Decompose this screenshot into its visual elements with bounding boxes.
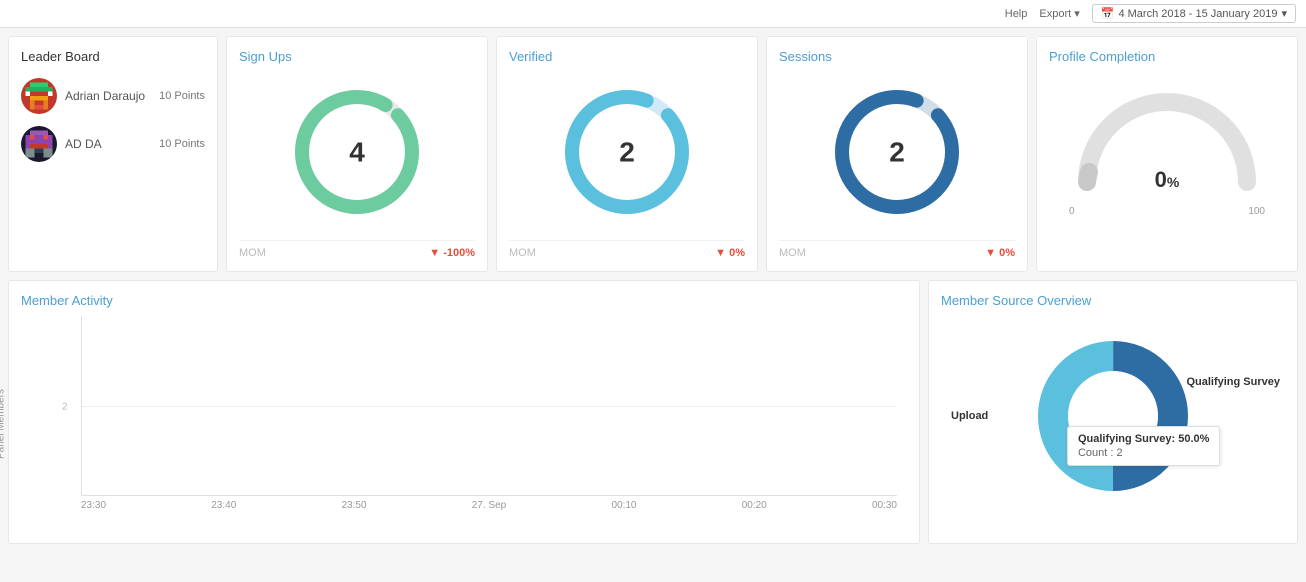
svg-text:0%: 0% [1155, 167, 1180, 192]
x-label: 00:10 [611, 500, 636, 511]
leader-points: 10 Points [159, 90, 205, 102]
sessions-mom: MOM ▼ 0% [779, 240, 1015, 259]
svg-text:4: 4 [349, 136, 365, 167]
source-tooltip: Qualifying Survey: 50.0% Count : 2 [1067, 426, 1220, 466]
member-source-card: Member Source Overview Upload Qualifying… [928, 280, 1298, 544]
sessions-card: Sessions 2 MOM ▼ 0% [766, 36, 1028, 272]
down-arrow-icon: ▼ [429, 247, 440, 259]
source-label-qualifying: Qualifying Survey [1186, 376, 1280, 388]
member-activity-card: Member Activity Panel Members 2 23:30 23… [8, 280, 920, 544]
mom-label: MOM [239, 247, 266, 259]
list-item: Adrian Daraujo 10 Points [21, 72, 205, 120]
tooltip-count: Count : 2 [1078, 447, 1209, 459]
source-label-upload: Upload [951, 410, 988, 422]
down-arrow-icon: ▼ [985, 247, 996, 259]
mom-label: MOM [509, 247, 536, 259]
profile-completion-title: Profile Completion [1049, 49, 1285, 64]
svg-text:2: 2 [889, 136, 905, 167]
signups-donut: 4 [239, 72, 475, 232]
x-label: 23:50 [342, 500, 367, 511]
leaderboard-title: Leader Board [21, 49, 205, 64]
sessions-donut: 2 [779, 72, 1015, 232]
gauge-labels: 0 100 [1049, 206, 1285, 217]
list-item: AD DA 10 Points [21, 120, 205, 168]
x-label: 23:40 [211, 500, 236, 511]
mom-label: MOM [779, 247, 806, 259]
date-range-label: 4 March 2018 - 15 January 2019 [1118, 8, 1277, 20]
leader-points: 10 Points [159, 138, 205, 150]
x-label: 00:20 [742, 500, 767, 511]
signups-title: Sign Ups [239, 49, 475, 64]
date-range-picker[interactable]: 📅 4 March 2018 - 15 January 2019 ▾ [1092, 4, 1296, 23]
signups-card: Sign Ups 4 MOM ▼ -100% [226, 36, 488, 272]
profile-completion-card: Profile Completion 0% 0 100 [1036, 36, 1298, 272]
source-donut-svg [1023, 326, 1203, 506]
export-link[interactable]: Export ▾ [1039, 7, 1079, 20]
x-label: 27. Sep [472, 500, 506, 511]
mom-value: ▼ 0% [715, 247, 745, 259]
avatar [21, 126, 57, 162]
activity-chart-area: 2 [81, 316, 897, 496]
leader-name: Adrian Daraujo [65, 89, 151, 103]
grid-value: 2 [62, 401, 68, 412]
member-source-title: Member Source Overview [941, 293, 1285, 308]
leaderboard-card: Leader Board Adrian Daraujo [8, 36, 218, 272]
mom-value: ▼ -100% [429, 247, 475, 259]
x-label: 00:30 [872, 500, 897, 511]
calendar-icon: 📅 [1101, 7, 1115, 20]
down-arrow-icon: ▼ [715, 247, 726, 259]
verified-card: Verified 2 MOM ▼ 0% [496, 36, 758, 272]
chevron-down-icon: ▾ [1281, 7, 1287, 20]
mom-value: ▼ 0% [985, 247, 1015, 259]
grid-line: 2 [82, 406, 897, 407]
y-axis-label: Panel Members [0, 388, 7, 458]
bottom-row: Member Activity Panel Members 2 23:30 23… [8, 280, 1298, 544]
help-link[interactable]: Help [1005, 8, 1028, 20]
gauge-max-label: 100 [1248, 206, 1265, 217]
svg-text:2: 2 [619, 136, 635, 167]
main-content: Leader Board Adrian Daraujo [0, 28, 1306, 552]
gauge-min-label: 0 [1069, 206, 1075, 217]
leader-name: AD DA [65, 137, 151, 151]
member-activity-title: Member Activity [21, 293, 907, 308]
verified-donut: 2 [509, 72, 745, 232]
sessions-title: Sessions [779, 49, 1015, 64]
avatar [21, 78, 57, 114]
signups-mom: MOM ▼ -100% [239, 240, 475, 259]
top-bar: Help Export ▾ 📅 4 March 2018 - 15 Januar… [0, 0, 1306, 28]
gauge-chart: 0% [1049, 72, 1285, 202]
tooltip-title: Qualifying Survey: 50.0% [1078, 433, 1209, 445]
verified-title: Verified [509, 49, 745, 64]
verified-mom: MOM ▼ 0% [509, 240, 745, 259]
x-axis-labels: 23:30 23:40 23:50 27. Sep 00:10 00:20 00… [81, 496, 897, 511]
top-row: Leader Board Adrian Daraujo [8, 36, 1298, 272]
activity-chart-wrapper: Panel Members 2 23:30 23:40 23:50 27. Se… [21, 316, 907, 531]
x-label: 23:30 [81, 500, 106, 511]
source-donut: Upload Qualifying Survey Qualifyin [941, 316, 1285, 516]
